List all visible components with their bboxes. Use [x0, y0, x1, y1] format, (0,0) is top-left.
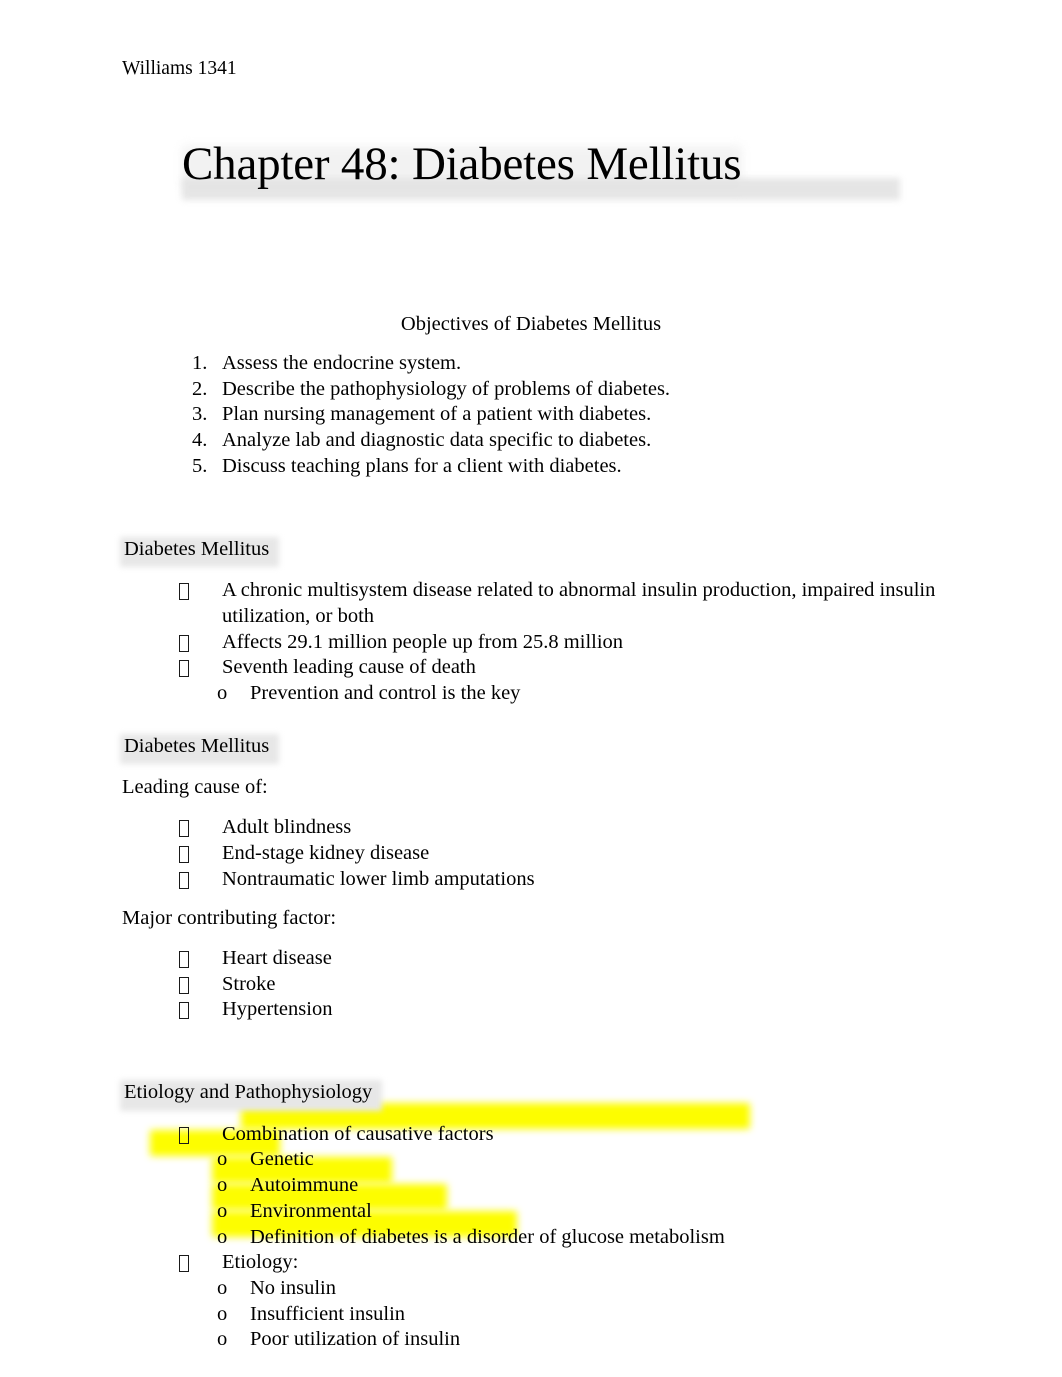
leading-cause-intro: Leading cause of:: [122, 776, 268, 799]
list-item: Heart disease: [158, 946, 940, 972]
causative-factors-sub-list: Genetic Autoimmune Environmental Definit…: [122, 1147, 940, 1250]
list-item: End-stage kidney disease: [158, 841, 940, 867]
list-item: A chronic multisystem disease related to…: [158, 578, 940, 629]
list-item: Plan nursing management of a patient wit…: [192, 402, 652, 427]
list-item: Discuss teaching plans for a client with…: [192, 454, 622, 479]
section-heading-label: Diabetes Mellitus: [124, 734, 270, 757]
list-item-label: Affects 29.1 million people up from 25.8…: [222, 630, 624, 653]
box-bullet-icon: [179, 871, 189, 889]
list-item: Nontraumatic lower limb amputations: [158, 867, 940, 893]
leading-cause-list: Adult blindness End-stage kidney disease…: [122, 815, 940, 892]
section-diabetes-mellitus-1: Diabetes Mellitus A chronic multisystem …: [120, 536, 940, 707]
page-header: Williams 1341 1/21/2021: [122, 58, 1062, 80]
list-item-highlighted: Poor utilization of insulin: [186, 1327, 940, 1353]
list-item: Assess the endocrine system.: [192, 351, 462, 376]
list-item: Environmental: [186, 1199, 940, 1225]
section-heading-label: Diabetes Mellitus: [124, 537, 270, 560]
list-item: Describe the pathophysiology of problems…: [192, 377, 671, 402]
objectives-list: Assess the endocrine system. Describe th…: [122, 351, 940, 480]
box-bullet-icon: [179, 845, 189, 863]
title-block: Chapter 48: Diabetes Mellitus: [182, 140, 942, 210]
list-item-label: Etiology:: [222, 1251, 299, 1274]
list-item-label: Seventh leading cause of death: [222, 656, 476, 679]
major-factor-intro: Major contributing factor:: [122, 907, 337, 930]
section-heading-label: Etiology and Pathophysiology: [124, 1081, 373, 1104]
list-item: Analyze lab and diagnostic data specific…: [192, 428, 652, 453]
list-item: Stroke: [158, 972, 940, 998]
box-bullet-icon: [179, 1255, 189, 1273]
section-heading: Diabetes Mellitus: [120, 733, 280, 765]
list-item-label: A chronic multisystem disease related to…: [222, 579, 936, 627]
box-bullet-icon: [179, 583, 189, 601]
list-item-label: Hypertension: [222, 998, 333, 1021]
list-item: Seventh leading cause of death: [158, 655, 940, 681]
list-item-label: End-stage kidney disease: [222, 841, 430, 864]
document-page: Williams 1341 1/21/2021 Chapter 48: Diab…: [0, 0, 1062, 1377]
section-heading: Diabetes Mellitus: [120, 536, 280, 568]
section-diabetes-mellitus-2: Diabetes Mellitus Leading cause of: Adul…: [120, 733, 940, 1023]
list-item-label: Stroke: [222, 972, 276, 995]
box-bullet-icon: [179, 950, 189, 968]
etiology-list: Etiology:: [122, 1250, 940, 1276]
box-bullet-icon: [179, 820, 189, 838]
box-bullet-icon: [179, 660, 189, 678]
list-item-highlighted: No insulin: [186, 1276, 940, 1302]
section-etiology-and-pathophysiology: Etiology and Pathophysiology Combination…: [120, 1079, 940, 1353]
box-bullet-icon: [179, 1002, 189, 1020]
list-item-label: Adult blindness: [222, 816, 352, 839]
list-item: Affects 29.1 million people up from 25.8…: [158, 630, 940, 656]
list-item: Adult blindness: [158, 815, 940, 841]
list-item-label: Combination of causative factors: [222, 1122, 494, 1145]
list-item: Hypertension: [158, 997, 940, 1023]
list-item: Genetic: [186, 1147, 940, 1173]
section-1-bullets: A chronic multisystem disease related to…: [122, 578, 940, 681]
page-title: Chapter 48: Diabetes Mellitus: [182, 138, 742, 191]
causative-factors-list: Combination of causative factors: [122, 1122, 940, 1148]
list-item: Combination of causative factors: [158, 1122, 940, 1148]
list-item: Prevention and control is the key: [186, 681, 940, 707]
list-item-highlighted: Etiology:: [158, 1250, 940, 1276]
section-heading: Etiology and Pathophysiology: [120, 1079, 383, 1111]
list-item-highlighted: Definition of diabetes is a disorder of …: [186, 1225, 940, 1251]
section-1-sub-bullets: Prevention and control is the key: [122, 681, 940, 707]
list-item: Autoimmune: [186, 1173, 940, 1199]
major-factor-list: Heart disease Stroke Hypertension: [122, 946, 940, 1023]
header-author-course: Williams 1341: [122, 58, 237, 79]
box-bullet-icon: [179, 1126, 189, 1144]
document-body: Objectives of Diabetes Mellitus Assess t…: [120, 312, 940, 1353]
etiology-sub-list: No insulin Insufficient insulin Poor uti…: [122, 1276, 940, 1353]
box-bullet-icon: [179, 634, 189, 652]
objectives-heading: Objectives of Diabetes Mellitus: [400, 313, 662, 336]
list-item-label: Nontraumatic lower limb amputations: [222, 867, 535, 890]
box-bullet-icon: [179, 976, 189, 994]
list-item-label: Heart disease: [222, 946, 332, 969]
list-item-highlighted: Insufficient insulin: [186, 1302, 940, 1328]
